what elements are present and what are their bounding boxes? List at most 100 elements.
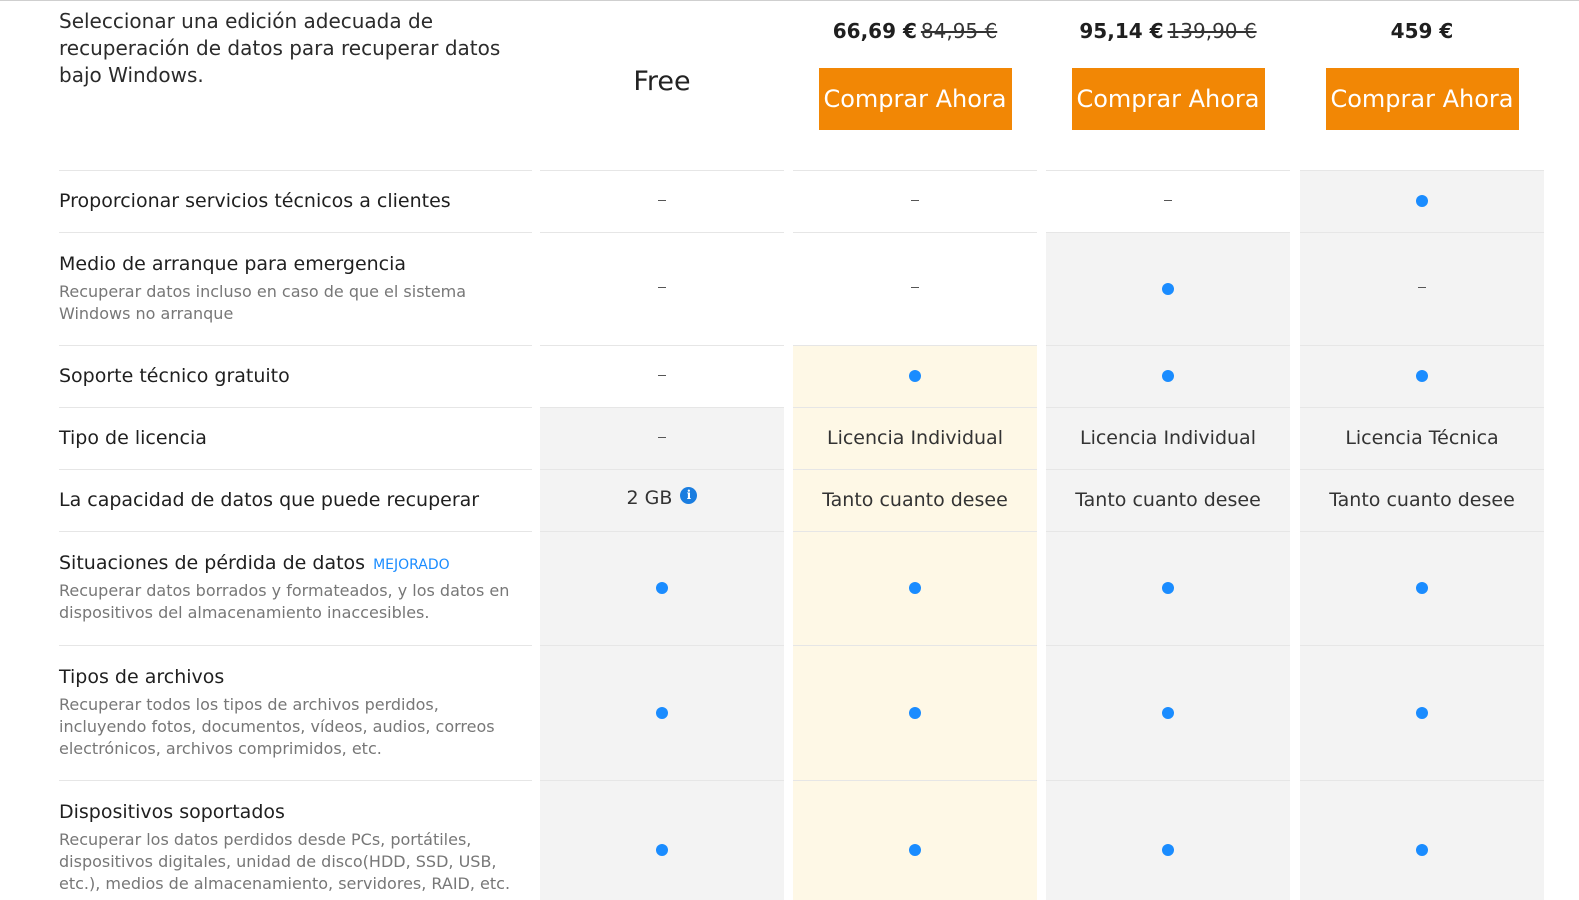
feature-title-text: Soporte técnico gratuito [59, 365, 290, 387]
cell-text: Tanto cuanto desee [822, 489, 1008, 511]
feature-title-text: Tipos de archivos [59, 666, 225, 688]
feature-detail: Recuperar datos incluso en caso de que e… [59, 282, 467, 323]
cell-divider [793, 469, 1037, 470]
cell-text: Licencia Técnica [1345, 427, 1499, 449]
cell-divider [540, 780, 784, 781]
feature-description: Dispositivos soportados Recuperar los dat… [59, 801, 529, 895]
row-divider [59, 170, 532, 171]
cell-text: Licencia Individual [827, 427, 1003, 449]
table-cell [793, 780, 1037, 900]
feature-title: Dispositivos soportados [59, 801, 529, 823]
table-row: Dispositivos soportados Recuperar los dat… [0, 780, 1579, 900]
not-included-dash-icon [658, 199, 666, 201]
included-dot-icon [656, 706, 668, 719]
included-dot-icon [1162, 706, 1174, 719]
table-cell [1046, 780, 1290, 900]
table-cell [540, 531, 784, 645]
cell-divider [793, 407, 1037, 408]
table-cell: 2 GB i [540, 469, 784, 531]
table-cell [540, 345, 784, 407]
included-dot-icon [909, 706, 921, 719]
cell-divider [1300, 232, 1544, 233]
table-cell [540, 170, 784, 232]
buy-now-button[interactable]: Comprar Ahora [1071, 68, 1265, 130]
cell-divider [540, 170, 784, 171]
buy-now-button[interactable]: Comprar Ahora [1325, 68, 1519, 130]
feature-title: Proporcionar servicios técnicos a client… [59, 190, 529, 212]
feature-description: Tipo de licencia [59, 427, 529, 449]
not-included-dash-icon [658, 287, 666, 288]
table-cell [540, 407, 784, 469]
feature-title: La capacidad de datos que puede recupera… [59, 489, 529, 511]
buy-now-button[interactable]: Comprar Ahora [818, 68, 1012, 130]
cell-divider [1046, 345, 1290, 346]
row-divider [59, 780, 532, 781]
not-included-dash-icon [658, 436, 666, 438]
price: 459 € [1300, 14, 1544, 48]
cell-text: Licencia Individual [1080, 427, 1256, 449]
cell-divider [540, 232, 784, 233]
current-price: 95,14 € [1079, 19, 1164, 43]
intro-text: Seleccionar una edición adecuada de recu… [59, 9, 501, 87]
included-dot-icon [909, 370, 921, 382]
not-included-dash-icon [1418, 287, 1426, 288]
cell-divider [793, 531, 1037, 532]
feature-detail: Recuperar datos borrados y formateados, … [59, 581, 510, 622]
feature-title-text: Dispositivos soportados [59, 801, 285, 823]
cell-divider [793, 232, 1037, 233]
not-included-dash-icon [658, 374, 666, 376]
table-cell: Licencia Individual [1046, 407, 1290, 469]
feature-title: Situaciones de pérdida de datos MEJORADO [59, 552, 529, 574]
table-row: Tipos de archivos Recuperar todos los tip… [0, 645, 1579, 780]
included-dot-icon [1162, 370, 1174, 382]
feature-description: Soporte técnico gratuito [59, 365, 529, 387]
feature-title: Tipo de licencia [59, 427, 529, 449]
table-row: Proporcionar servicios técnicos a client… [0, 170, 1579, 232]
table-row: Medio de arranque para emergencia Recuper… [0, 232, 1579, 345]
cell-divider [1046, 780, 1290, 781]
cell-divider [540, 531, 784, 532]
table-cell [793, 170, 1037, 232]
plan-header-professional: 95,14 €139,90 € Comprar Ahora [1046, 14, 1290, 130]
table-cell: Tanto cuanto desee [1300, 469, 1544, 531]
row-divider [59, 407, 532, 408]
current-price: 459 € [1390, 19, 1454, 43]
included-dot-icon [1416, 582, 1428, 594]
table-cell [793, 232, 1037, 345]
current-price: 66,69 € [832, 19, 917, 43]
feature-title-text: Medio de arranque para emergencia [59, 253, 407, 275]
included-dot-icon [1416, 195, 1428, 207]
top-divider [0, 0, 1579, 1]
cell-divider [540, 407, 784, 408]
cell-divider [793, 645, 1037, 646]
info-icon[interactable]: i [680, 487, 698, 504]
cell-divider [540, 345, 784, 346]
included-dot-icon [656, 844, 668, 856]
cell-divider [1046, 645, 1290, 646]
feature-title-text: Tipo de licencia [59, 427, 207, 449]
feature-title: Medio de arranque para emergencia [59, 253, 529, 275]
cell-divider [1046, 531, 1290, 532]
cell-divider [1046, 407, 1290, 408]
table-cell [1300, 232, 1544, 345]
free-plan-label: Free [633, 66, 691, 97]
table-cell [793, 345, 1037, 407]
table-cell [1046, 232, 1290, 345]
feature-description: Tipos de archivos Recuperar todos los tip… [59, 666, 529, 760]
cell-text: Tanto cuanto desee [1075, 489, 1261, 511]
comparison-table: Proporcionar servicios técnicos a client… [0, 170, 1579, 900]
cell-divider [1300, 170, 1544, 171]
included-dot-icon [1416, 370, 1428, 382]
table-cell [1046, 531, 1290, 645]
old-price: 139,90 € [1167, 19, 1257, 43]
table-cell [793, 645, 1037, 780]
feature-description: Proporcionar servicios técnicos a client… [59, 190, 529, 212]
table-cell [1300, 170, 1544, 232]
table-cell [1300, 645, 1544, 780]
cell-divider [1300, 780, 1544, 781]
table-cell: Licencia Técnica [1300, 407, 1544, 469]
feature-detail: Recuperar los datos perdidos desde PCs, … [59, 830, 511, 893]
table-row: Tipo de licencia Licencia Individual Licen… [0, 407, 1579, 469]
feature-detail: Recuperar todos los tipos de archivos pe… [59, 695, 495, 758]
cell-divider [1300, 469, 1544, 470]
